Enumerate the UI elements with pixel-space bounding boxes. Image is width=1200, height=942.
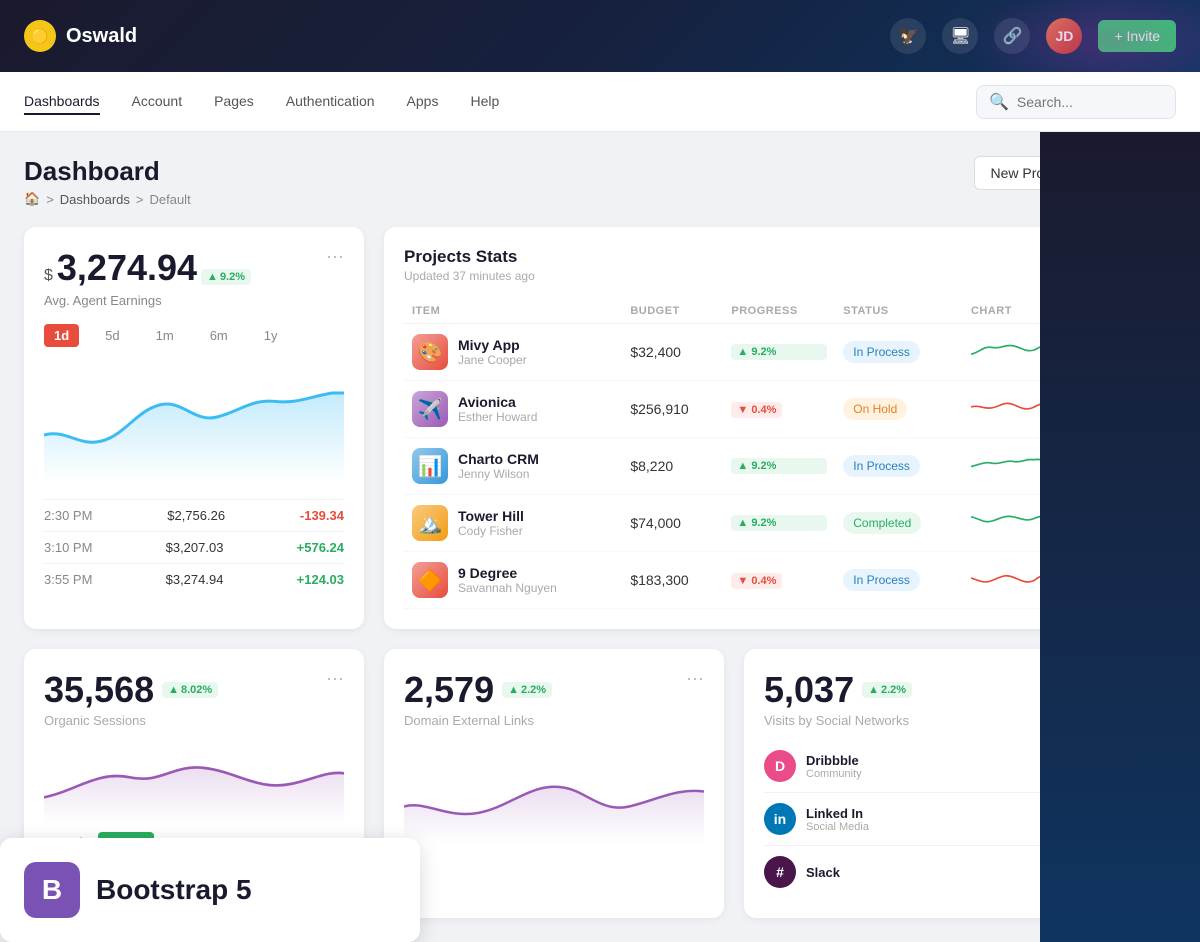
earnings-data-rows: 2:30 PM $2,756.26 -139.34 3:10 PM $3,207… bbox=[44, 499, 344, 595]
col-item: Item bbox=[404, 299, 622, 324]
row3-change: +124.03 bbox=[297, 572, 344, 587]
search-box[interactable]: 🔍 bbox=[976, 85, 1176, 119]
nav-item-apps[interactable]: Apps bbox=[407, 89, 439, 115]
domain-links-label: Domain External Links bbox=[404, 713, 552, 728]
linkedin-name: Linked In bbox=[806, 806, 869, 821]
breadcrumb-default: Default bbox=[149, 192, 190, 207]
row2-change: +576.24 bbox=[297, 540, 344, 555]
bootstrap-text: Bootstrap 5 bbox=[96, 874, 252, 906]
organic-sessions-label: Organic Sessions bbox=[44, 713, 218, 728]
earnings-badge-value: 9.2% bbox=[220, 271, 245, 283]
page-header: Dashboard 🏠 > Dashboards > Default New P… bbox=[24, 156, 1176, 207]
search-icon: 🔍 bbox=[989, 92, 1009, 112]
earnings-header: $ 3,274.94 ▲ 9.2% Avg. Agent Earnings ⋯ bbox=[44, 247, 344, 308]
domain-chart bbox=[404, 744, 704, 844]
row1-change: -139.34 bbox=[300, 508, 344, 523]
data-row-3: 3:55 PM $3,274.94 +124.03 bbox=[44, 563, 344, 595]
data-row-2: 3:10 PM $3,207.03 +576.24 bbox=[44, 531, 344, 563]
row2-time: 3:10 PM bbox=[44, 540, 92, 555]
social-label: Visits by Social Networks bbox=[764, 713, 912, 728]
earnings-badge: ▲ 9.2% bbox=[201, 269, 251, 285]
row2-amount: $3,207.03 bbox=[166, 540, 224, 555]
breadcrumb: 🏠 > Dashboards > Default bbox=[24, 191, 191, 207]
nav-item-account[interactable]: Account bbox=[132, 89, 183, 115]
brand-name: Oswald bbox=[66, 25, 137, 48]
secondary-navigation: Dashboards Account Pages Authentication … bbox=[0, 72, 1200, 132]
linkedin-icon: in bbox=[764, 803, 796, 835]
linkedin-type: Social Media bbox=[806, 821, 869, 833]
row1-time: 2:30 PM bbox=[44, 508, 92, 523]
col-progress: Progress bbox=[723, 299, 835, 324]
row1-amount: $2,756.26 bbox=[167, 508, 225, 523]
user-avatar[interactable]: JD bbox=[1046, 18, 1082, 54]
breadcrumb-dashboards[interactable]: Dashboards bbox=[60, 192, 130, 207]
nav-right: 🦅 🖥 🔗 JD + Invite bbox=[890, 18, 1176, 54]
bootstrap-overlay: B Bootstrap 5 bbox=[0, 838, 420, 942]
dark-right-panel bbox=[1040, 132, 1200, 942]
amount-value: 3,274.94 bbox=[57, 247, 197, 289]
nav-icon-bird[interactable]: 🦅 bbox=[890, 18, 926, 54]
projects-subtitle: Updated 37 minutes ago bbox=[404, 269, 535, 283]
slack-name: Slack bbox=[806, 865, 840, 880]
projects-title: Projects Stats bbox=[404, 247, 535, 267]
earnings-card: $ 3,274.94 ▲ 9.2% Avg. Agent Earnings ⋯ … bbox=[24, 227, 364, 629]
row3-amount: $3,274.94 bbox=[166, 572, 224, 587]
col-status: Status bbox=[835, 299, 963, 324]
domain-badge: ▲ 2.2% bbox=[502, 682, 552, 698]
projects-title-area: Projects Stats Updated 37 minutes ago bbox=[404, 247, 535, 283]
social-badge: ▲ 2.2% bbox=[862, 682, 912, 698]
home-icon: 🏠 bbox=[24, 191, 40, 207]
domain-links-card: 2,579 ▲ 2.2% Domain External Links ⋯ bbox=[384, 649, 724, 918]
logo-area[interactable]: 🟡 Oswald bbox=[24, 20, 137, 52]
page-title: Dashboard bbox=[24, 156, 191, 187]
organic-chart bbox=[44, 744, 344, 824]
filter-5d[interactable]: 5d bbox=[95, 324, 129, 347]
top-cards-row: $ 3,274.94 ▲ 9.2% Avg. Agent Earnings ⋯ … bbox=[24, 227, 1176, 629]
col-budget: Budget bbox=[622, 299, 723, 324]
filter-1m[interactable]: 1m bbox=[146, 324, 184, 347]
earnings-label: Avg. Agent Earnings bbox=[44, 293, 251, 308]
dribbble-name: Dribbble bbox=[806, 753, 862, 768]
organic-sessions-value: 35,568 ▲ 8.02% bbox=[44, 669, 218, 711]
top-navigation: 🟡 Oswald 🦅 🖥 🔗 JD + Invite bbox=[0, 0, 1200, 72]
currency-symbol: $ bbox=[44, 267, 53, 285]
organic-more-button[interactable]: ⋯ bbox=[326, 669, 344, 690]
earnings-more-button[interactable]: ⋯ bbox=[326, 247, 344, 268]
data-row-1: 2:30 PM $2,756.26 -139.34 bbox=[44, 499, 344, 531]
filter-1d[interactable]: 1d bbox=[44, 324, 79, 347]
domain-more-button[interactable]: ⋯ bbox=[686, 669, 704, 690]
up-icon: ▲ bbox=[207, 271, 218, 283]
search-input[interactable] bbox=[1017, 94, 1163, 110]
domain-links-value: 2,579 ▲ 2.2% bbox=[404, 669, 552, 711]
logo-icon: 🟡 bbox=[24, 20, 56, 52]
social-value: 5,037 ▲ 2.2% bbox=[764, 669, 912, 711]
earnings-chart bbox=[44, 363, 344, 483]
nav-icon-share[interactable]: 🔗 bbox=[994, 18, 1030, 54]
row3-time: 3:55 PM bbox=[44, 572, 92, 587]
organic-badge: ▲ 8.02% bbox=[162, 682, 218, 698]
earnings-amount: $ 3,274.94 ▲ 9.2% bbox=[44, 247, 251, 289]
main-content: Dashboard 🏠 > Dashboards > Default New P… bbox=[0, 132, 1200, 942]
filter-1y[interactable]: 1y bbox=[254, 324, 288, 347]
nav-item-help[interactable]: Help bbox=[470, 89, 499, 115]
time-filters: 1d 5d 1m 6m 1y bbox=[44, 324, 344, 347]
dribbble-type: Community bbox=[806, 768, 862, 780]
page-header-left: Dashboard 🏠 > Dashboards > Default bbox=[24, 156, 191, 207]
dribbble-icon: D bbox=[764, 750, 796, 782]
nav-icon-monitor[interactable]: 🖥 bbox=[942, 18, 978, 54]
slack-icon: # bbox=[764, 856, 796, 888]
nav-item-pages[interactable]: Pages bbox=[214, 89, 254, 115]
nav-item-authentication[interactable]: Authentication bbox=[286, 89, 375, 115]
earnings-main: $ 3,274.94 ▲ 9.2% Avg. Agent Earnings bbox=[44, 247, 251, 308]
filter-6m[interactable]: 6m bbox=[200, 324, 238, 347]
nav-item-dashboards[interactable]: Dashboards bbox=[24, 89, 100, 115]
bootstrap-icon: B bbox=[24, 862, 80, 918]
invite-button[interactable]: + Invite bbox=[1098, 20, 1176, 52]
